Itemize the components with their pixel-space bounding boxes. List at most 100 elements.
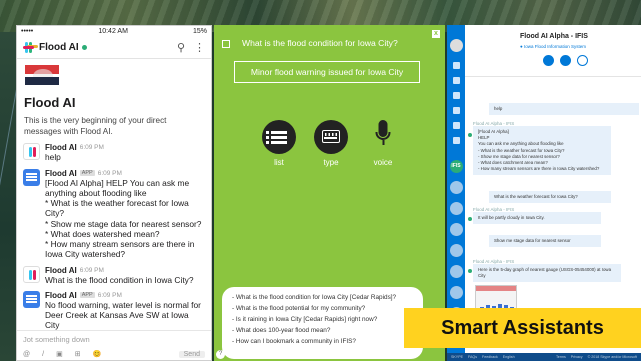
list-icon <box>262 120 296 154</box>
footer-copyright: © 2018 Skype and/or Microsoft <box>587 355 637 359</box>
chat-bubble: Here is the 5-day graph of nearest gauge… <box>473 264 621 283</box>
message: Flood AI 6:09 PM help <box>23 143 205 162</box>
background-left-strip <box>0 32 16 361</box>
slack-header: Flood AI ⚲ ⋮ <box>17 37 211 59</box>
footer-link[interactable]: Privacy <box>571 355 583 359</box>
message-composer[interactable]: Jot something down <box>17 330 211 348</box>
channel-name: Flood AI <box>24 95 76 110</box>
message-author[interactable]: Flood AI <box>45 291 77 300</box>
contact-avatar[interactable] <box>449 265 463 278</box>
bot-avatar <box>468 269 472 273</box>
list-mode-button[interactable]: list <box>259 120 299 167</box>
footer-link[interactable]: FAQs <box>468 355 477 359</box>
contact-list: IFIS <box>447 160 465 328</box>
chat-message: Show me stage data for nearest sensor <box>489 235 601 248</box>
microphone-icon <box>366 120 400 154</box>
chat-message: Flood AI Alpha - IFIS Here is the 5-day … <box>473 259 621 283</box>
app-badge: APP <box>79 292 95 299</box>
message-text: help <box>45 152 61 163</box>
caption-badge: Smart Assistants <box>404 308 641 348</box>
chat-message: help <box>489 103 639 116</box>
video-call-icon[interactable] <box>543 55 554 66</box>
user-avatar <box>23 265 40 283</box>
carrier-signal: ••••• <box>21 28 34 35</box>
attach-icon[interactable]: ▣ <box>56 350 63 358</box>
contact-avatar[interactable] <box>449 286 463 299</box>
settings-icon[interactable] <box>452 122 460 129</box>
help-icon[interactable]: ? <box>216 350 225 359</box>
chat-bubble: What is the weather forecast for Iowa Ci… <box>489 191 611 204</box>
voice-mode-button[interactable]: voice <box>363 120 403 167</box>
user-avatar <box>23 143 40 161</box>
contact-avatar[interactable] <box>449 244 463 257</box>
flood-ai-banner-image <box>25 65 59 91</box>
chat-message: What is the weather forecast for Iowa Ci… <box>489 191 611 204</box>
message-text: No flood warning, water level is normal … <box>45 299 201 331</box>
app-badge: APP <box>79 170 95 177</box>
add-people-icon[interactable] <box>577 55 588 66</box>
suggestion-item[interactable]: - What is the flood potential for my com… <box>232 303 423 314</box>
caption-text: Smart Assistants <box>441 316 604 339</box>
search-icon[interactable]: ⚲ <box>177 41 185 54</box>
calls-icon[interactable] <box>452 77 460 84</box>
suggestion-item[interactable]: - Is it raining in Iowa City [Cedar Rapi… <box>232 314 423 325</box>
battery-level: 15% <box>192 28 207 35</box>
slide: ••••• 10:42 AM 15% Flood AI ⚲ ⋮ Flood AI… <box>0 0 641 361</box>
chat-bubble: help <box>489 103 639 116</box>
contacts-icon[interactable] <box>452 92 460 99</box>
bot-avatar <box>23 168 40 186</box>
message-time: 6:09 PM <box>79 266 104 274</box>
assistant-question: What is the flood condition for Iowa Cit… <box>242 38 398 48</box>
ifis-contact[interactable]: IFIS <box>449 160 463 173</box>
add-icon[interactable] <box>452 137 460 144</box>
suggestion-item[interactable]: - What does 100-year flood mean? <box>232 325 423 336</box>
more-options-icon[interactable]: ⋮ <box>194 41 205 54</box>
select-checkbox[interactable] <box>222 40 230 48</box>
type-mode-button[interactable]: type <box>311 120 351 167</box>
phone-status-bar: ••••• 10:42 AM 15% <box>17 26 211 37</box>
suggestion-item[interactable]: - How can I bookmark a community in IFIS… <box>232 336 423 347</box>
notifications-icon[interactable] <box>452 107 460 114</box>
message-author[interactable]: Flood AI <box>45 169 77 178</box>
type-mode-label: type <box>323 158 339 167</box>
slash-command-icon[interactable]: / <box>42 351 44 358</box>
chat-message: Flood AI Alpha - IFIS It will be partly … <box>473 207 601 225</box>
chats-icon[interactable] <box>452 62 460 69</box>
audio-call-icon[interactable] <box>560 55 571 66</box>
send-button[interactable]: Send <box>178 350 205 358</box>
contact-avatar[interactable] <box>449 223 463 236</box>
chat-message: Flood AI Alpha - IFIS [Flood AI Alpha] H… <box>473 121 611 176</box>
bot-avatar <box>468 217 472 221</box>
message-time: 6:09 PM <box>79 144 104 152</box>
footer-link[interactable]: Feedback <box>482 355 498 359</box>
message-author[interactable]: Flood AI <box>45 143 77 152</box>
close-icon[interactable]: x <box>432 30 440 38</box>
message: Flood AI 6:09 PM What is the flood condit… <box>23 265 205 285</box>
keyboard-icon <box>314 120 348 154</box>
contact-avatar[interactable] <box>449 181 463 194</box>
conversation-header: Flood AI Alpha - IFIS ● Iowa Flood Infor… <box>465 25 641 77</box>
list-mode-label: list <box>274 158 284 167</box>
image-icon[interactable]: ⊞ <box>75 350 81 358</box>
suggested-questions: - What is the flood condition for Iowa C… <box>222 287 423 359</box>
footer-link[interactable]: SKYPE <box>451 355 463 359</box>
composer-placeholder: Jot something down <box>23 335 90 344</box>
message-author[interactable]: Flood AI <box>45 266 77 275</box>
online-status-icon <box>81 45 87 50</box>
slack-conversation-title: Flood AI <box>39 42 79 53</box>
footer-link[interactable]: English <box>503 355 515 359</box>
composer-toolbar: @ / ▣ ⊞ 😊 Send <box>17 348 211 360</box>
footer-link[interactable]: Terms <box>556 355 566 359</box>
contact-avatar[interactable] <box>449 202 463 215</box>
input-mode-selector: list type voice <box>259 120 404 170</box>
chat-bubble: [Flood AI Alpha] HELP You can ask me any… <box>473 126 611 176</box>
chat-bubble: It will be partly cloudy in Iowa City. <box>473 212 601 225</box>
bot-avatar <box>23 290 40 308</box>
mention-icon[interactable]: @ <box>23 351 30 358</box>
message: Flood AI APP 6:09 PM No flood warning, wat… <box>23 290 205 331</box>
profile-avatar[interactable] <box>449 39 463 52</box>
status-time: 10:42 AM <box>98 28 128 35</box>
conversation-title: Flood AI Alpha - IFIS <box>520 33 588 40</box>
emoji-icon[interactable]: 😊 <box>93 350 102 358</box>
suggestion-item[interactable]: - What is the flood condition for Iowa C… <box>232 292 423 303</box>
